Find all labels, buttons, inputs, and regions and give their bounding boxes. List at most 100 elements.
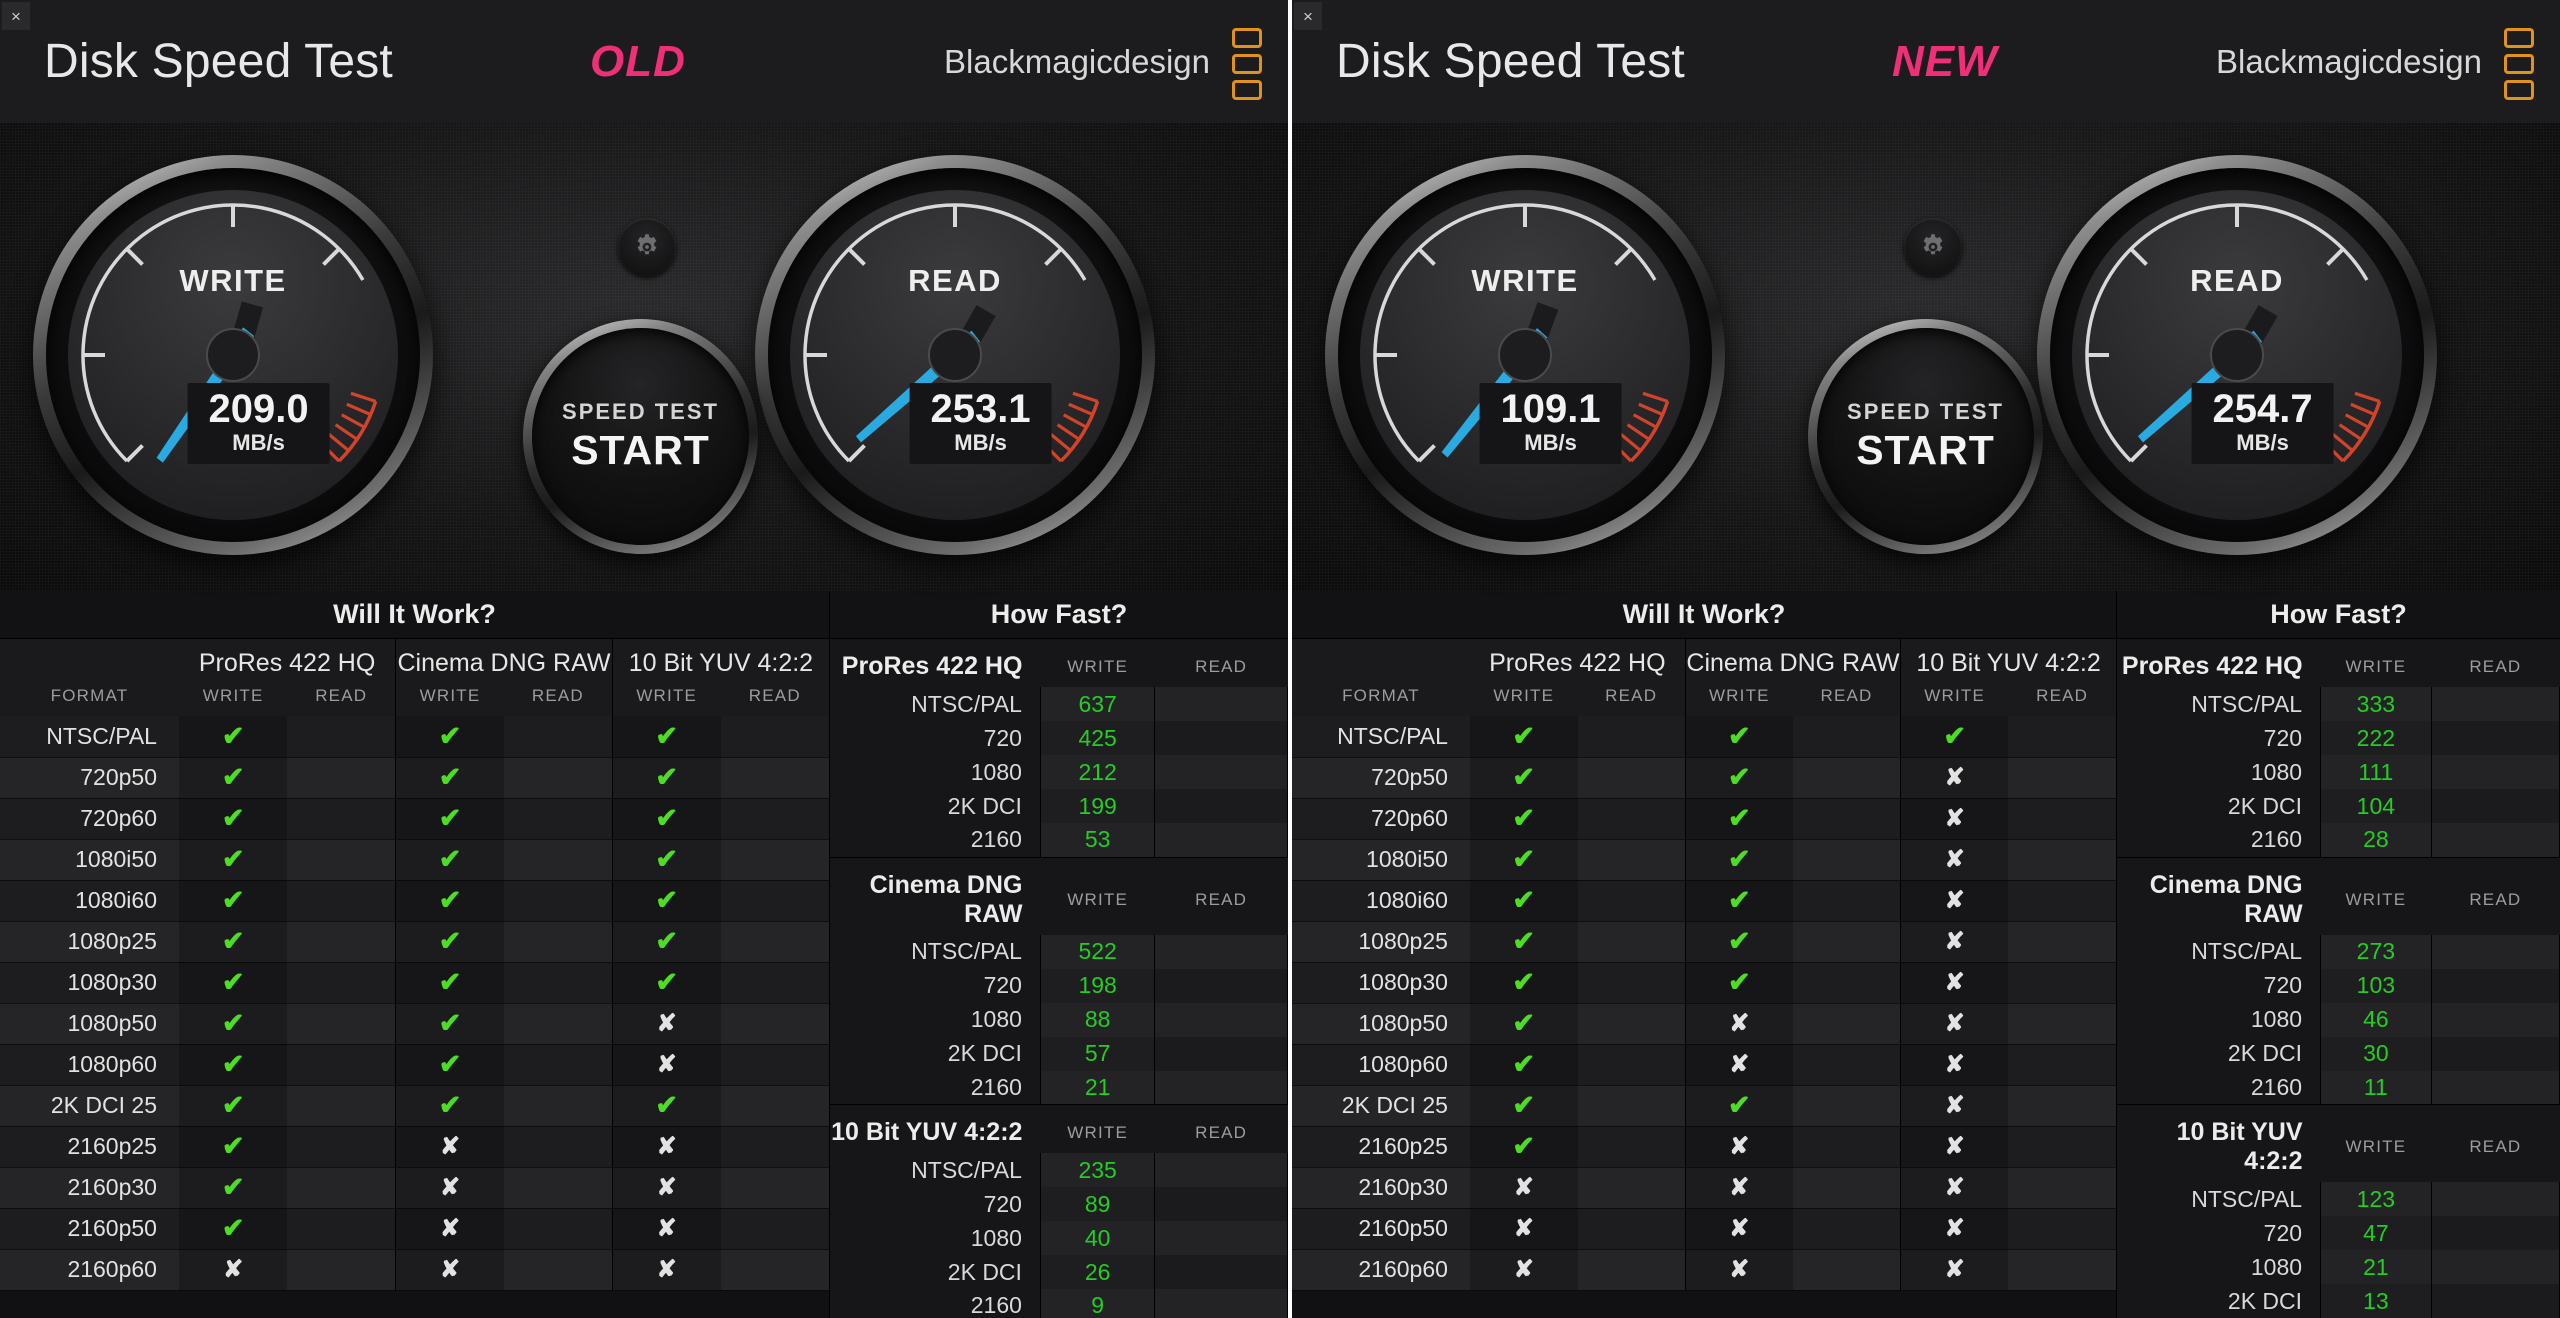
resolution-label: NTSC/PAL — [911, 1156, 1022, 1183]
write-status-cell: ✔ — [611, 962, 721, 1004]
write-status-cell: ✔ — [1684, 716, 1793, 758]
resolution-label: 720 — [983, 724, 1022, 751]
how-fast-row: 720 222 — [2117, 721, 2560, 755]
read-status-cell — [503, 716, 613, 758]
close-icon[interactable]: × — [2, 2, 30, 30]
check-icon: ✔ — [221, 1213, 245, 1243]
logo-square — [2504, 80, 2534, 100]
read-status-cell — [720, 880, 829, 922]
format-label: 2160p50 — [1292, 1208, 1470, 1250]
read-speed-value — [1154, 721, 1288, 755]
resolution-label: 2K DCI — [2227, 1287, 2303, 1314]
write-speed-value: 28 — [2320, 823, 2432, 858]
gauge-dial — [1373, 203, 1670, 463]
gauge-value-write: 109.1 — [1500, 387, 1601, 431]
format-label: 1080i50 — [1292, 839, 1470, 881]
write-status-cell: ✔ — [395, 880, 504, 922]
will-it-work-table: ProRes 422 HQ Cinema DNG RAW 10 Bit YUV 4:… — [1292, 639, 2116, 1291]
group-header-row: ProRes 422 HQ Cinema DNG RAW 10 Bit YUV 4:… — [0, 639, 829, 678]
write-status-cell: ✘ — [1900, 1044, 2009, 1086]
write-status-cell: ✔ — [1469, 798, 1578, 840]
write-status-cell: ✔ — [1469, 880, 1578, 922]
write-status-cell: ✘ — [1469, 1208, 1578, 1250]
format-label: 1080p50 — [0, 1003, 179, 1045]
write-status-cell: ✔ — [1684, 921, 1793, 963]
read-status-cell — [287, 716, 396, 758]
resolution-label: 2160 — [2117, 823, 2321, 858]
logo-square — [2504, 54, 2534, 74]
speed-test-start-button[interactable]: SPEED TEST START — [1808, 319, 2043, 554]
gauge-read: READ 254.7 MB/s — [2037, 155, 2437, 555]
table-row: 1080p60 ✔ ✘ ✘ — [1292, 1044, 2116, 1086]
col-header-1-write: WRITE — [395, 678, 504, 716]
resolution-label: 1080 — [970, 1006, 1022, 1032]
format-label: 720p60 — [1292, 798, 1470, 840]
cross-icon: ✘ — [1944, 1215, 1965, 1242]
gauges-area: WRITE 109.1 MB/s READ 254.7 MB/s SPEED TEST STA… — [1292, 123, 2560, 591]
how-fast-row: NTSC/PAL 333 — [2117, 687, 2560, 721]
col-header-0-read: READ — [315, 686, 368, 705]
read-speed-value — [2431, 755, 2560, 789]
format-label: 1080p30 — [0, 962, 179, 1004]
write-speed-value: 111 — [2320, 755, 2432, 789]
read-speed-value — [1154, 789, 1288, 823]
gauge-unit-write: MB/s — [1524, 429, 1577, 455]
title-bar: × Disk Speed Test OLD Blackmagicdesign — [0, 0, 1288, 123]
check-icon: ✔ — [1512, 762, 1536, 792]
how-fast-col-read: READ — [1195, 1122, 1248, 1142]
cross-icon: ✘ — [656, 1174, 677, 1201]
speed-test-start-button[interactable]: SPEED TEST START — [523, 319, 758, 554]
read-status-cell — [2008, 1126, 2116, 1168]
how-fast-group-header: ProRes 422 HQ WRITE READ — [2117, 639, 2560, 687]
cross-icon: ✘ — [1944, 969, 1965, 996]
gear-icon[interactable] — [618, 218, 676, 276]
resolution-label: 2160 — [2117, 1070, 2321, 1105]
read-status-cell — [503, 757, 613, 799]
how-fast-section: How Fast? ProRes 422 HQ WRITE READ NTSC/PAL 6… — [830, 591, 1288, 1318]
read-status-cell — [1577, 962, 1686, 1004]
read-status-cell — [1577, 1208, 1686, 1250]
check-icon: ✔ — [655, 1090, 679, 1120]
how-fast-row: 2160 9 — [830, 1289, 1288, 1318]
read-status-cell — [1792, 1085, 1901, 1127]
resolution-label: 720 — [983, 972, 1022, 998]
check-icon: ✔ — [1512, 967, 1536, 997]
read-speed-value — [1154, 823, 1288, 858]
read-status-cell — [1577, 880, 1686, 922]
start-button-subtitle: SPEED TEST — [1847, 399, 2004, 424]
format-label: 1080p30 — [1292, 962, 1470, 1004]
gauge-value-write: 209.0 — [208, 387, 309, 431]
write-status-cell: ✘ — [611, 1126, 721, 1168]
format-label: NTSC/PAL — [0, 716, 179, 758]
how-fast-group-header: Cinema DNG RAW WRITE READ — [830, 857, 1288, 935]
read-speed-value — [1154, 934, 1288, 969]
read-speed-value — [2431, 687, 2560, 721]
read-status-cell — [1792, 962, 1901, 1004]
write-speed-value: 57 — [1039, 1036, 1156, 1071]
logo-square — [1232, 80, 1262, 100]
brand-name: Blackmagicdesign — [944, 42, 1210, 80]
gauge-unit-write: MB/s — [232, 429, 285, 455]
table-row: 2160p60 ✘ ✘ ✘ — [1292, 1249, 2116, 1291]
read-status-cell — [287, 757, 396, 799]
check-icon: ✔ — [655, 926, 679, 956]
write-status-cell: ✘ — [1684, 1167, 1793, 1209]
gear-icon[interactable] — [1904, 218, 1962, 276]
check-icon: ✔ — [655, 967, 679, 997]
close-icon[interactable]: × — [1294, 2, 1322, 30]
cross-icon: ✘ — [1944, 1051, 1965, 1078]
write-speed-value: 103 — [2320, 968, 2432, 1003]
write-speed-value: 222 — [2320, 721, 2432, 755]
format-label: 1080p25 — [0, 921, 179, 963]
col-header-1-read: READ — [1820, 686, 1873, 705]
check-icon: ✔ — [1728, 844, 1751, 874]
table-row: 1080p50 ✔ ✔ ✘ — [0, 1003, 829, 1045]
check-icon: ✔ — [1728, 1090, 1751, 1120]
read-status-cell — [720, 1167, 829, 1209]
read-status-cell — [2008, 962, 2116, 1004]
read-status-cell — [1792, 1208, 1901, 1250]
cross-icon: ✘ — [1729, 1051, 1750, 1078]
check-icon: ✔ — [221, 967, 245, 997]
write-status-cell: ✔ — [395, 798, 504, 840]
write-status-cell: ✔ — [611, 921, 721, 963]
